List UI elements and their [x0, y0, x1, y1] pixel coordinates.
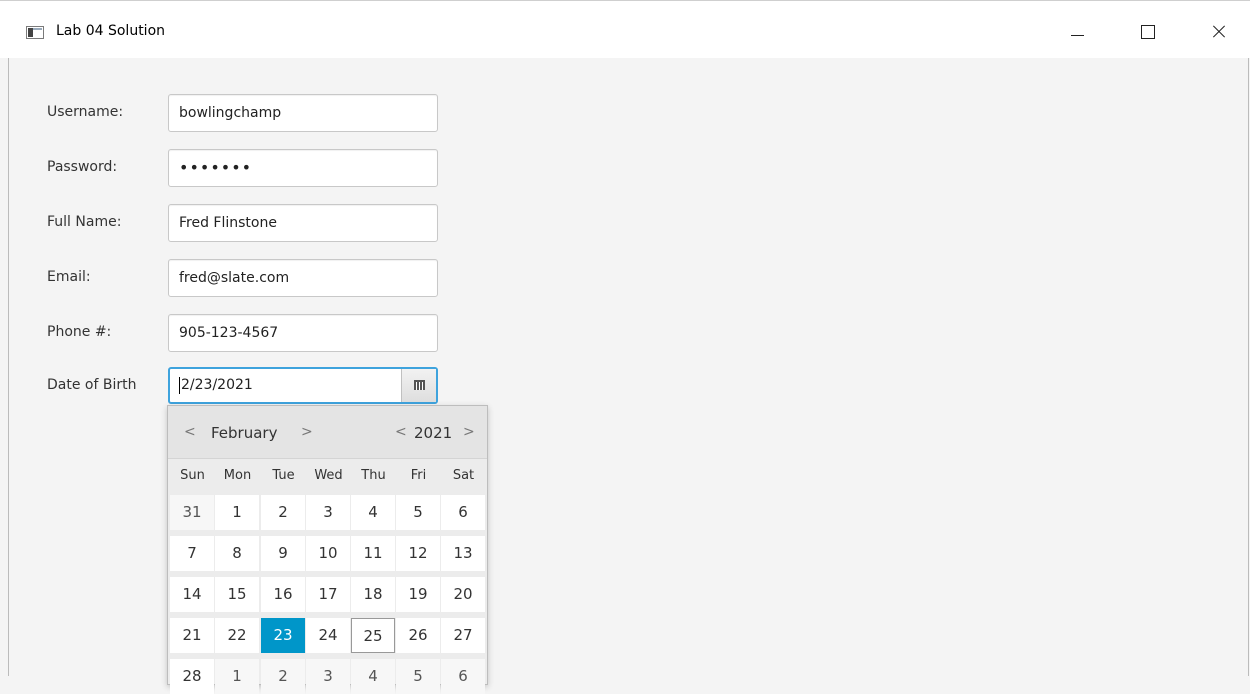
weekday-label: Sun — [180, 468, 205, 483]
window-left-border — [8, 58, 9, 676]
calendar-day-cell[interactable]: 19 — [396, 577, 440, 612]
title-bar: Lab 04 Solution — [0, 0, 1250, 58]
calendar-day-cell[interactable]: 6 — [441, 495, 485, 530]
calendar-day-cell[interactable]: 20 — [441, 577, 485, 612]
calendar-day-cell[interactable]: 18 — [351, 577, 395, 612]
phone-field[interactable]: 905-123-4567 — [168, 314, 438, 352]
maximize-button[interactable] — [1125, 10, 1171, 54]
password-label: Password: — [47, 159, 118, 175]
calendar-day-cell[interactable]: 15 — [215, 577, 259, 612]
calendar-day-cell[interactable]: 3 — [306, 659, 350, 694]
full-name-field[interactable]: Fred Flinstone — [168, 204, 438, 242]
calendar-day-cell[interactable]: 26 — [396, 618, 440, 653]
calendar-day-cell[interactable]: 8 — [215, 536, 259, 571]
calendar-day-cell[interactable]: 14 — [170, 577, 214, 612]
calendar-day-cell[interactable]: 16 — [261, 577, 305, 612]
next-year-button[interactable]: > — [463, 424, 475, 440]
weekday-label: Tue — [272, 468, 295, 483]
calendar-day-cell[interactable]: 5 — [396, 495, 440, 530]
calendar-day-cell[interactable]: 9 — [261, 536, 305, 571]
calendar-day-cell[interactable]: 2 — [261, 495, 305, 530]
calendar-day-cell[interactable]: 24 — [306, 618, 350, 653]
weekday-label: Mon — [223, 468, 252, 483]
window-right-border — [1248, 58, 1249, 676]
month-label: February — [211, 424, 278, 442]
calendar-icon — [414, 380, 425, 390]
calendar-day-cell[interactable]: 4 — [351, 659, 395, 694]
calendar-day-cell[interactable]: 4 — [351, 495, 395, 530]
weekday-label: Fri — [410, 468, 427, 483]
calendar-day-cell[interactable]: 3 — [306, 495, 350, 530]
minimize-button[interactable] — [1054, 10, 1100, 54]
weekday-label: Sat — [452, 468, 475, 483]
calendar-button[interactable] — [401, 369, 436, 402]
username-label: Username: — [47, 104, 124, 120]
calendar-day-cell[interactable]: 1 — [215, 659, 259, 694]
calendar-day-cell[interactable]: 12 — [396, 536, 440, 571]
username-field[interactable]: bowlingchamp — [168, 94, 438, 132]
close-button[interactable] — [1195, 10, 1241, 54]
calendar-day-cell[interactable]: 31 — [170, 495, 214, 530]
calendar-day-cell[interactable]: 22 — [215, 618, 259, 653]
calendar-header: < February > < 2021 > — [168, 406, 487, 459]
calendar-day-cell[interactable]: 1 — [215, 495, 259, 530]
password-field[interactable]: ••••••• — [168, 149, 438, 187]
calendar-day-cell[interactable]: 17 — [306, 577, 350, 612]
date-of-birth-label: Date of Birth — [47, 377, 137, 393]
calendar-day-cell[interactable]: 6 — [441, 659, 485, 694]
email-label: Email: — [47, 269, 91, 285]
calendar-day-cell[interactable]: 25 — [351, 618, 395, 653]
full-name-label: Full Name: — [47, 214, 122, 230]
date-of-birth-input[interactable]: 2/23/2021 — [170, 369, 401, 402]
calendar-day-cell[interactable]: 21 — [170, 618, 214, 653]
calendar-day-cell[interactable]: 23 — [261, 618, 305, 653]
date-of-birth-picker[interactable]: 2/23/2021 — [168, 367, 438, 404]
window-title: Lab 04 Solution — [56, 23, 166, 39]
calendar-day-cell[interactable]: 2 — [261, 659, 305, 694]
calendar-day-cell[interactable]: 13 — [441, 536, 485, 571]
close-icon — [1195, 10, 1241, 54]
prev-year-button[interactable]: < — [395, 424, 407, 440]
calendar-day-cell[interactable]: 5 — [396, 659, 440, 694]
next-month-button[interactable]: > — [301, 424, 313, 440]
calendar-day-cell[interactable]: 28 — [170, 659, 214, 694]
year-label: 2021 — [414, 424, 453, 442]
date-of-birth-value: 2/23/2021 — [181, 377, 253, 393]
calendar-day-cell[interactable]: 7 — [170, 536, 214, 571]
calendar-popup: < February > < 2021 > Sun Mon Tue Wed Thu Fri… — [167, 405, 488, 694]
minimize-icon — [1071, 35, 1084, 36]
email-field[interactable]: fred@slate.com — [168, 259, 438, 297]
calendar-day-cell[interactable]: 27 — [441, 618, 485, 653]
app-icon — [26, 26, 44, 39]
prev-month-button[interactable]: < — [184, 424, 196, 440]
text-caret — [179, 376, 180, 394]
maximize-icon — [1141, 25, 1155, 39]
weekday-label: Wed — [314, 468, 343, 483]
weekday-label: Thu — [361, 468, 386, 483]
phone-label: Phone #: — [47, 324, 112, 340]
calendar-day-cell[interactable]: 11 — [351, 536, 395, 571]
calendar-day-cell[interactable]: 10 — [306, 536, 350, 571]
